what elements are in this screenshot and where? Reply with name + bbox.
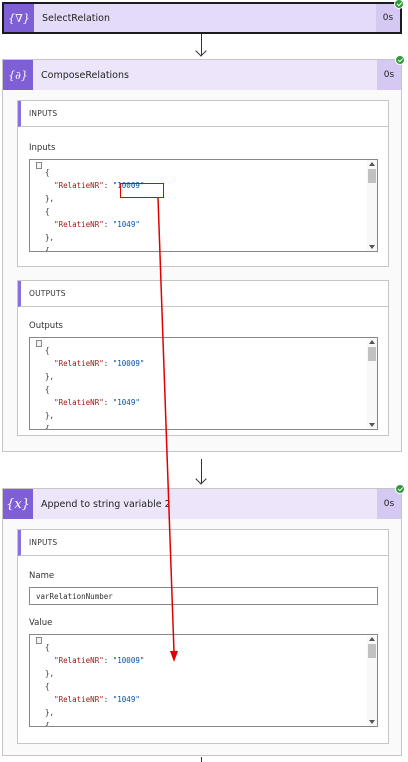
name-field[interactable]: varRelationNumber bbox=[29, 587, 378, 605]
json-line: "RelatieNR": "10009" bbox=[54, 181, 145, 190]
scrollbar-thumb[interactable] bbox=[368, 347, 376, 361]
json-line: { bbox=[36, 643, 50, 652]
json-value: "10009" bbox=[112, 656, 145, 665]
card-header[interactable]: {∇} SelectRelation 0s bbox=[4, 0, 404, 32]
card-header[interactable]: {∂} ComposeRelations 0s bbox=[3, 55, 405, 90]
select-relation-card[interactable]: {∇} SelectRelation 0s bbox=[2, 0, 404, 34]
card-header[interactable]: {x} Append to string variable 2 0s bbox=[3, 484, 405, 519]
scrollbar[interactable] bbox=[367, 635, 377, 726]
json-line: }, bbox=[36, 669, 55, 678]
scrollbar-thumb[interactable] bbox=[368, 169, 376, 183]
json-key: "RelatieNR" bbox=[54, 695, 104, 704]
json-viewer[interactable]: { "RelatieNR": "10009" }, { "RelatieNR":… bbox=[29, 337, 378, 430]
arrow-down-icon bbox=[195, 45, 207, 57]
json-line: "RelatieNR": "1049" bbox=[54, 220, 140, 229]
json-key: "RelatieNR" bbox=[54, 181, 104, 190]
value-label: Value bbox=[29, 618, 53, 628]
inputs-section: INPUTS Name varRelationNumber Value { "R… bbox=[17, 529, 389, 744]
data-operation-icon: {∇} bbox=[4, 4, 34, 32]
json-line: }, bbox=[36, 411, 55, 420]
card-body: INPUTS Name varRelationNumber Value { "R… bbox=[3, 519, 401, 755]
name-label: Name bbox=[29, 571, 55, 581]
card-body: INPUTS Inputs { "RelatieNR": "10009" }, … bbox=[3, 90, 401, 451]
scrollbar[interactable] bbox=[367, 160, 377, 251]
json-line: { bbox=[36, 424, 50, 430]
success-check-icon bbox=[394, 0, 404, 9]
json-line: { bbox=[36, 346, 50, 355]
card-title: SelectRelation bbox=[42, 12, 110, 24]
json-key: "RelatieNR" bbox=[54, 359, 104, 368]
json-line: { bbox=[36, 682, 50, 691]
scroll-up-icon[interactable] bbox=[369, 637, 375, 641]
json-key: "RelatieNR" bbox=[54, 398, 104, 407]
scroll-down-icon[interactable] bbox=[369, 720, 375, 724]
section-heading[interactable]: OUTPUTS bbox=[18, 281, 388, 307]
json-line: "RelatieNR": "1049" bbox=[54, 398, 140, 407]
compose-relations-card[interactable]: {∂} ComposeRelations 0s INPUTS Inputs { … bbox=[2, 55, 405, 452]
json-line: "RelatieNR": "1049" bbox=[54, 695, 140, 704]
json-content: { "RelatieNR": "10009" }, { "RelatieNR":… bbox=[30, 635, 377, 727]
fold-toggle-icon[interactable] bbox=[36, 340, 42, 347]
json-value: "1049" bbox=[112, 220, 140, 229]
success-check-icon bbox=[395, 55, 405, 65]
section-heading[interactable]: INPUTS bbox=[18, 530, 388, 556]
json-content: { "RelatieNR": "10009" }, { "RelatieNR":… bbox=[30, 338, 377, 430]
annotation-highlight-box bbox=[120, 183, 164, 198]
scrollbar[interactable] bbox=[367, 338, 377, 429]
json-line: "RelatieNR": "10009" bbox=[54, 656, 145, 665]
json-line: { bbox=[36, 207, 50, 216]
data-operation-icon: {∂} bbox=[3, 60, 33, 90]
field-label: Inputs bbox=[29, 143, 56, 153]
json-line: { bbox=[36, 721, 50, 727]
json-value: "10009" bbox=[112, 359, 145, 368]
variable-icon: {x} bbox=[3, 489, 33, 519]
json-line: }, bbox=[36, 372, 55, 381]
json-content: { "RelatieNR": "10009" }, { "RelatieNR":… bbox=[30, 160, 377, 252]
append-variable-card[interactable]: {x} Append to string variable 2 0s INPUT… bbox=[2, 484, 405, 756]
json-value: "1049" bbox=[112, 695, 140, 704]
field-label: Outputs bbox=[29, 321, 63, 331]
section-heading[interactable]: INPUTS bbox=[18, 101, 388, 127]
scroll-up-icon[interactable] bbox=[369, 340, 375, 344]
json-line: { bbox=[36, 385, 50, 394]
inputs-section: INPUTS Inputs { "RelatieNR": "10009" }, … bbox=[17, 100, 389, 267]
scrollbar-thumb[interactable] bbox=[368, 644, 376, 658]
fold-toggle-icon[interactable] bbox=[36, 637, 42, 644]
json-line: "RelatieNR": "10009" bbox=[54, 359, 145, 368]
scroll-down-icon[interactable] bbox=[369, 423, 375, 427]
scroll-up-icon[interactable] bbox=[369, 162, 375, 166]
json-value: "1049" bbox=[112, 398, 140, 407]
card-title: Append to string variable 2 bbox=[41, 498, 171, 510]
arrow-down-icon bbox=[195, 473, 207, 485]
json-key: "RelatieNR" bbox=[54, 656, 104, 665]
success-check-icon bbox=[395, 484, 405, 494]
connector-line bbox=[201, 757, 202, 762]
json-viewer[interactable]: { "RelatieNR": "10009" }, { "RelatieNR":… bbox=[29, 634, 378, 727]
scroll-down-icon[interactable] bbox=[369, 245, 375, 249]
json-key: "RelatieNR" bbox=[54, 220, 104, 229]
json-line: { bbox=[36, 168, 50, 177]
card-title: ComposeRelations bbox=[41, 69, 129, 81]
json-line: }, bbox=[36, 233, 55, 242]
fold-toggle-icon[interactable] bbox=[36, 162, 42, 169]
json-viewer[interactable]: { "RelatieNR": "10009" }, { "RelatieNR":… bbox=[29, 159, 378, 252]
outputs-section: OUTPUTS Outputs { "RelatieNR": "10009" }… bbox=[17, 280, 389, 436]
json-line: }, bbox=[36, 194, 55, 203]
json-line: }, bbox=[36, 708, 55, 717]
json-line: { bbox=[36, 246, 50, 252]
